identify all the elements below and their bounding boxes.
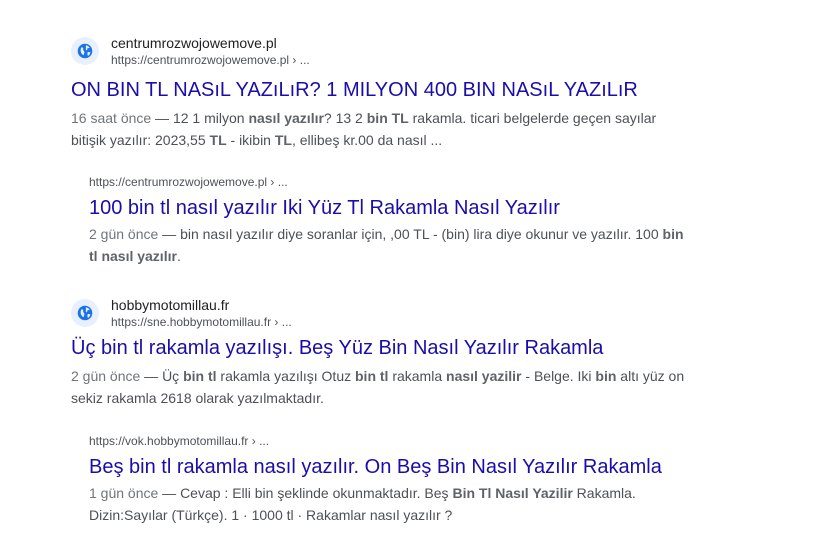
snippet-fragment: . [176, 248, 181, 264]
globe-icon [71, 37, 99, 65]
snippet-fragment: , ellibeş kr.00 da nasıl ... [291, 132, 443, 148]
result-title-link[interactable]: Beş bin tl rakamla nasıl yazılır. On Beş… [89, 454, 689, 480]
snippet-highlight: bin [595, 368, 617, 384]
snippet-highlight: nasıl yazilir [446, 368, 522, 384]
snippet-highlight: bin tl [183, 368, 217, 384]
result-date: 16 saat önce [71, 110, 152, 126]
result-title-link[interactable]: 100 bin tl nasıl yazılır Iki Yüz Tl Raka… [89, 195, 689, 221]
snippet-text: — Üç bin tl rakamla yazılışı Otuz bin tl… [71, 368, 684, 406]
result-date: 2 gün önce [89, 226, 159, 242]
search-result: centrumrozwojowemove.pl https://centrumr… [71, 35, 691, 151]
site-url[interactable]: https://vok.hobbymotomillau.fr › ... [89, 433, 689, 449]
result-snippet: 2 gün önce — Üç bin tl rakamla yazılışı … [71, 365, 691, 409]
snippet-fragment: - Belge. Iki [521, 368, 596, 384]
snippet-highlight: Bin Tl Nasıl Yazilir [452, 485, 573, 501]
snippet-fragment: ? 13 2 [323, 110, 367, 126]
result-date: 2 gün önce [71, 368, 141, 384]
site-url[interactable]: https://centrumrozwojowemove.pl › ... [89, 174, 689, 190]
search-result-indented: https://vok.hobbymotomillau.fr › ... Beş… [89, 433, 689, 526]
snippet-fragment: — Cevap : Elli bin şeklinde okunmaktadır… [158, 485, 453, 501]
search-result: hobbymotomillau.fr https://sne.hobbymoto… [71, 297, 691, 409]
snippet-fragment: rakamla [388, 368, 447, 384]
snippet-fragment: — 12 1 milyon [151, 110, 249, 126]
globe-icon [71, 299, 99, 327]
previous-result-snippet-tail [71, 0, 331, 3]
snippet-highlight: TL [209, 132, 227, 148]
search-result-indented: https://centrumrozwojowemove.pl › ... 10… [89, 174, 689, 267]
snippet-text: — bin nasıl yazılır diye soranlar için, … [89, 226, 684, 264]
site-url: https://centrumrozwojowemove.pl › ... [111, 53, 310, 67]
snippet-text: — Cevap : Elli bin şeklinde okunmaktadır… [89, 485, 636, 523]
snippet-fragment: — bin nasıl yazılır diye soranlar için, … [158, 226, 663, 242]
snippet-highlight: bin TL [366, 110, 409, 126]
snippet-fragment: rakamla yazılışı Otuz [216, 368, 355, 384]
site-name: centrumrozwojowemove.pl [111, 35, 277, 51]
result-date: 1 gün önce [89, 485, 159, 501]
site-url: https://sne.hobbymotomillau.fr › ... [111, 315, 292, 329]
snippet-highlight: TL [274, 132, 292, 148]
snippet-fragment: - ikibin [226, 132, 275, 148]
result-title-link[interactable]: Üç bin tl rakamla yazılışı. Beş Yüz Bin … [71, 335, 691, 361]
snippet-highlight: nasıl yazılır [248, 110, 324, 126]
result-snippet: 2 gün önce — bin nasıl yazılır diye sora… [89, 223, 689, 267]
site-name: hobbymotomillau.fr [111, 297, 230, 313]
snippet-text: — 12 1 milyon nasıl yazılır? 13 2 bin TL… [71, 110, 656, 148]
snippet-highlight: bin tl [355, 368, 389, 384]
result-snippet: 1 gün önce — Cevap : Elli bin şeklinde o… [89, 482, 689, 526]
result-source[interactable]: centrumrozwojowemove.pl https://centrumr… [71, 35, 691, 67]
result-snippet: 16 saat önce — 12 1 milyon nasıl yazılır… [71, 107, 691, 151]
snippet-fragment: — Üç [140, 368, 184, 384]
result-title-link[interactable]: ON BIN TL NASıL YAZıLıR? 1 MILYON 400 BI… [71, 77, 691, 103]
result-source[interactable]: hobbymotomillau.fr https://sne.hobbymoto… [71, 297, 691, 329]
